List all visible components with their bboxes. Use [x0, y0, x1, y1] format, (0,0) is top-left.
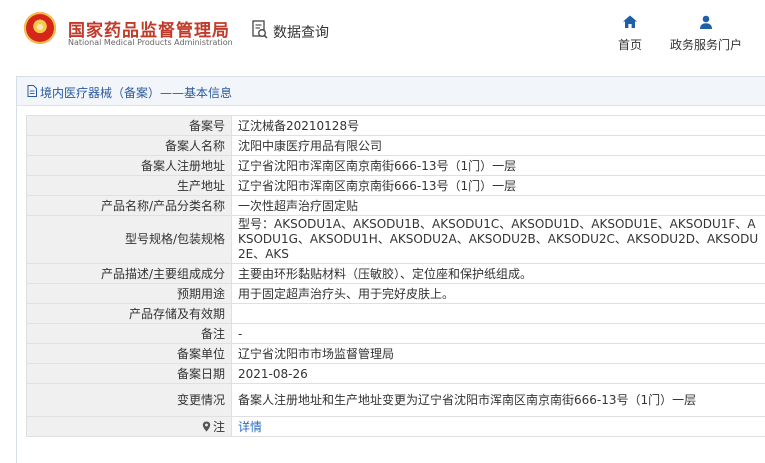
table-row: 预期用途 用于固定超声治疗头、用于完好皮肤上。 — [27, 284, 765, 304]
field-label: 备案单位 — [27, 344, 232, 364]
field-label: 生产地址 — [27, 176, 232, 196]
details-link[interactable]: 详情 — [238, 420, 262, 434]
field-label: 变更情况 — [27, 384, 232, 417]
field-value: - — [232, 324, 765, 344]
field-value: 一次性超声治疗固定贴 — [232, 196, 765, 216]
nav-home[interactable]: 首页 — [612, 14, 648, 53]
national-emblem-logo[interactable] — [24, 12, 56, 44]
table-row: 备案人名称 沈阳中康医疗用品有限公司 — [27, 136, 765, 156]
nav-gov-service-label: 政务服务门户 — [670, 38, 742, 52]
note-label-cell: 注 — [27, 417, 232, 437]
field-value: 辽宁省沈阳市浑南区南京南街666-13号（1门）一层 — [232, 156, 765, 176]
nav-home-label: 首页 — [618, 38, 642, 52]
field-label: 型号规格/包装规格 — [27, 216, 232, 264]
table-row: 备案单位 辽宁省沈阳市市场监督管理局 — [27, 344, 765, 364]
table-row: 备注 - — [27, 324, 765, 344]
field-label: 备案日期 — [27, 364, 232, 384]
data-query-label[interactable]: 数据查询 — [273, 22, 329, 42]
table-row: 备案人注册地址 辽宁省沈阳市浑南区南京南街666-13号（1门）一层 — [27, 156, 765, 176]
panel-title: 境内医疗器械（备案）——基本信息 — [40, 84, 232, 101]
table-row: 变更情况 备案人注册地址和生产地址变更为辽宁省沈阳市浑南区南京南街666-13号… — [27, 384, 765, 417]
table-row: 备案日期 2021-08-26 — [27, 364, 765, 384]
field-value: 型号：AKSODU1A、AKSODU1B、AKSODU1C、AKSODU1D、A… — [232, 216, 765, 264]
field-label: 备注 — [27, 324, 232, 344]
field-label: 备案人注册地址 — [27, 156, 232, 176]
info-panel: 境内医疗器械（备案）——基本信息 备案号 辽沈械备20210128号 备案人名称… — [16, 76, 765, 463]
table-row: 型号规格/包装规格 型号：AKSODU1A、AKSODU1B、AKSODU1C、… — [27, 216, 765, 264]
field-value: 辽宁省沈阳市市场监督管理局 — [232, 344, 765, 364]
table-row: 产品名称/产品分类名称 一次性超声治疗固定贴 — [27, 196, 765, 216]
table-row: 注 详情 — [27, 417, 765, 437]
field-value: 辽沈械备20210128号 — [232, 116, 765, 136]
user-icon — [698, 14, 714, 30]
table-row: 备案号 辽沈械备20210128号 — [27, 116, 765, 136]
table-row: 产品描述/主要组成成分 主要由环形黏贴材料（压敏胶）、定位座和保护纸组成。 — [27, 264, 765, 284]
field-label: 备案人名称 — [27, 136, 232, 156]
field-label: 产品存储及有效期 — [27, 304, 232, 324]
field-value: 沈阳中康医疗用品有限公司 — [232, 136, 765, 156]
info-table: 备案号 辽沈械备20210128号 备案人名称 沈阳中康医疗用品有限公司 备案人… — [26, 115, 765, 437]
field-value: 2021-08-26 — [232, 364, 765, 384]
location-pin-icon — [202, 421, 211, 432]
field-label: 注 — [213, 420, 225, 434]
document-icon — [27, 85, 37, 97]
site-subtitle: National Medical Products Administration — [68, 38, 233, 47]
field-value: 备案人注册地址和生产地址变更为辽宁省沈阳市浑南区南京南街666-13号（1门）一… — [232, 384, 765, 417]
site-header: 国家药品监督管理局 National Medical Products Admi… — [0, 0, 765, 64]
field-label: 产品名称/产品分类名称 — [27, 196, 232, 216]
nav-gov-service[interactable]: 政务服务门户 — [664, 14, 748, 53]
field-label: 预期用途 — [27, 284, 232, 304]
table-row: 产品存储及有效期 — [27, 304, 765, 324]
table-row: 生产地址 辽宁省沈阳市浑南区南京南街666-13号（1门）一层 — [27, 176, 765, 196]
panel-header: 境内医疗器械（备案）——基本信息 — [17, 77, 765, 106]
field-value — [232, 304, 765, 324]
search-doc-icon — [252, 20, 268, 40]
home-icon — [622, 14, 638, 30]
field-value: 主要由环形黏贴材料（压敏胶）、定位座和保护纸组成。 — [232, 264, 765, 284]
field-label: 备案号 — [27, 116, 232, 136]
field-label: 产品描述/主要组成成分 — [27, 264, 232, 284]
field-value: 详情 — [232, 417, 765, 437]
field-value: 用于固定超声治疗头、用于完好皮肤上。 — [232, 284, 765, 304]
field-value: 辽宁省沈阳市浑南区南京南街666-13号（1门）一层 — [232, 176, 765, 196]
